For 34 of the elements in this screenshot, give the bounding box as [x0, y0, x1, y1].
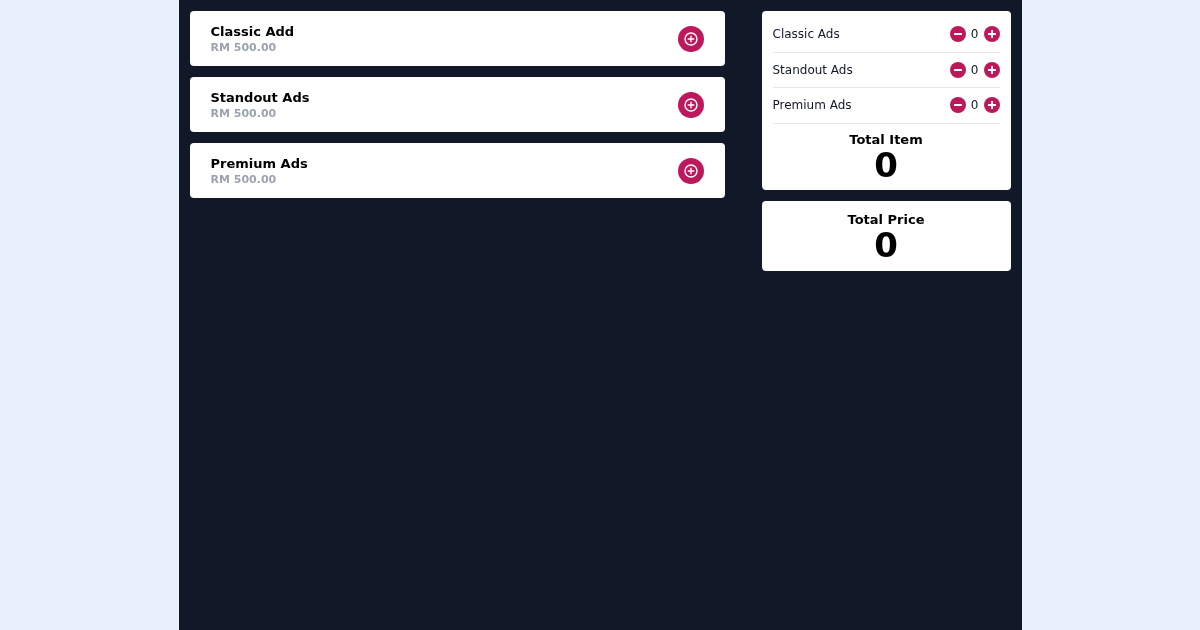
- item-count: 0: [970, 26, 979, 43]
- decrement-button[interactable]: [949, 97, 966, 114]
- add-button[interactable]: [677, 25, 704, 52]
- add-button[interactable]: [677, 157, 704, 184]
- product-price: RM 500.00: [210, 171, 277, 187]
- total-item-value: 0: [874, 147, 898, 182]
- plus-icon: [987, 30, 996, 39]
- product-price: RM 500.00: [210, 105, 277, 121]
- plus-icon: [987, 101, 996, 110]
- cart-item-name: Standout Ads: [772, 61, 853, 78]
- plus-circle-icon: [683, 31, 698, 46]
- product-name: Classic Add: [210, 22, 295, 40]
- cart-item-name: Premium Ads: [772, 97, 852, 114]
- total-item-label: Total Item: [849, 131, 923, 148]
- total-price-value: 0: [874, 227, 898, 262]
- increment-button[interactable]: [983, 97, 1000, 114]
- plus-icon: [987, 65, 996, 74]
- product-name: Standout Ads: [210, 88, 310, 106]
- total-price-label: Total Price: [847, 211, 925, 228]
- increment-button[interactable]: [983, 61, 1000, 78]
- minus-icon: [953, 33, 962, 36]
- decrement-button[interactable]: [949, 61, 966, 78]
- item-count: 0: [970, 61, 979, 78]
- minus-icon: [953, 104, 962, 107]
- minus-icon: [953, 68, 962, 71]
- product-price: RM 500.00: [210, 39, 277, 55]
- plus-circle-icon: [683, 163, 698, 178]
- plus-circle-icon: [683, 97, 698, 112]
- item-count: 0: [970, 97, 979, 114]
- increment-button[interactable]: [983, 26, 1000, 43]
- decrement-button[interactable]: [949, 26, 966, 43]
- product-name: Premium Ads: [210, 154, 308, 172]
- add-button[interactable]: [677, 91, 704, 118]
- cart-item-name: Classic Ads: [772, 26, 840, 43]
